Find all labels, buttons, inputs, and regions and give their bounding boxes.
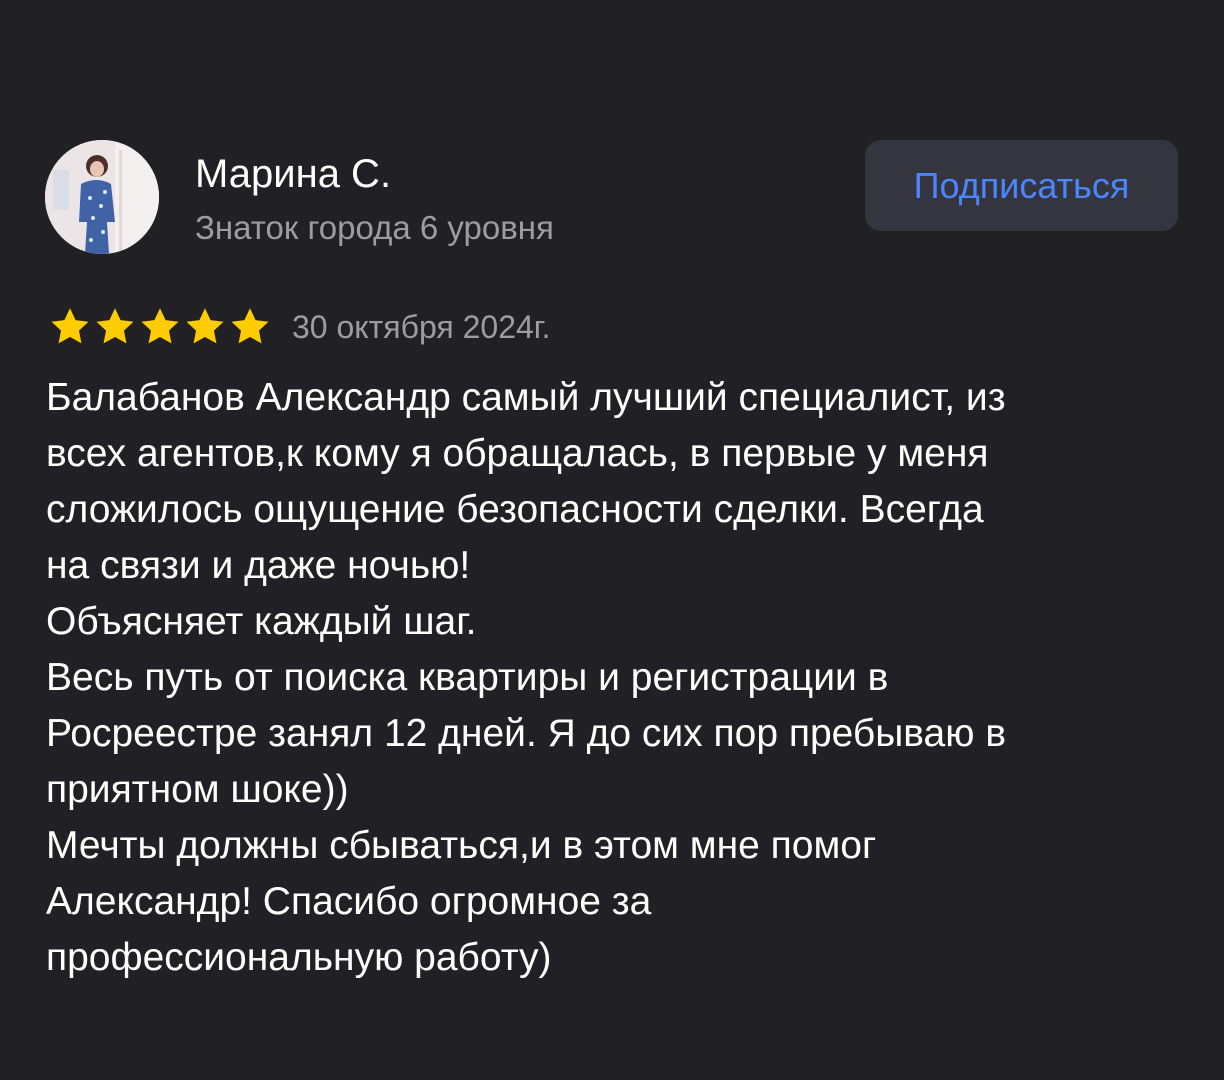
review-line: сложилось ощущение безопасности сделки. … (46, 488, 984, 531)
review-line: Объясняет каждый шаг. (46, 600, 477, 643)
star-rating (48, 305, 272, 349)
star-icon (48, 305, 92, 349)
review-line: Весь путь от поиска квартиры и регистрац… (46, 656, 889, 699)
reviewer-name[interactable]: Марина С. (195, 150, 391, 198)
review-line: Александр! Спасибо огромное за (46, 880, 652, 923)
review-line: всех агентов,к кому я обращалась, в перв… (46, 432, 989, 475)
star-icon (183, 305, 227, 349)
review-line: профессиональную работу) (46, 936, 552, 979)
review-line: Росреестре занял 12 дней. Я до сих пор п… (46, 712, 1007, 755)
avatar[interactable] (45, 140, 159, 254)
star-icon (138, 305, 182, 349)
reviewer-level: Знаток города 6 уровня (195, 209, 554, 246)
review-line: на связи и даже ночью! (46, 544, 471, 587)
star-icon (93, 305, 137, 349)
review-line: Мечты должны сбываться,и в этом мне помо… (46, 824, 877, 867)
star-icon (228, 305, 272, 349)
review-header: Марина С. Знаток города 6 уровня Подписа… (45, 140, 1180, 256)
subscribe-button[interactable]: Подписаться (865, 140, 1178, 231)
user-photo-icon (45, 140, 159, 254)
review-line: Балабанов Александр самый лучший специал… (46, 376, 1006, 419)
review-line: приятном шоке)) (46, 768, 349, 811)
rating-row: 30 октября 2024г. (48, 305, 550, 349)
review-text: Балабанов Александр самый лучший специал… (46, 370, 1186, 986)
review-date: 30 октября 2024г. (292, 309, 551, 345)
